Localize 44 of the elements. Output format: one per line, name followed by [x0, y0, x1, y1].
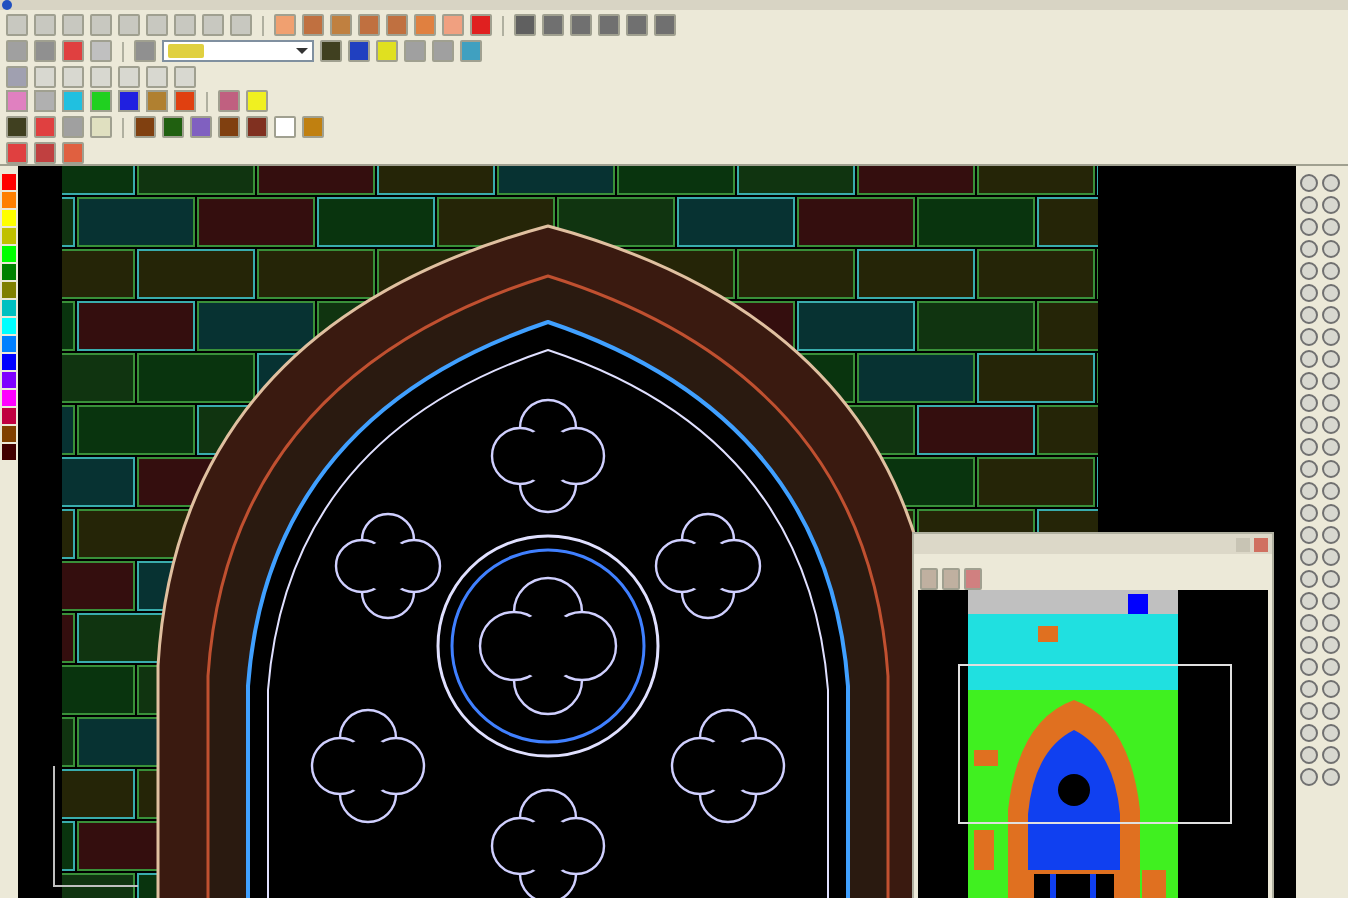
palette-color[interactable]	[2, 210, 16, 226]
palette-color[interactable]	[2, 300, 16, 316]
toolbar-button[interactable]	[470, 14, 492, 37]
palette-color[interactable]	[2, 336, 16, 352]
palette-color[interactable]	[2, 228, 16, 244]
caret-icon	[296, 48, 308, 54]
layer-state-icon	[168, 44, 204, 58]
toolbar-button[interactable]	[134, 116, 156, 139]
toolbar-button[interactable]	[570, 14, 592, 37]
palette-color[interactable]	[2, 282, 16, 298]
viewport-frame[interactable]	[958, 664, 1232, 824]
toolbar-button[interactable]	[348, 40, 370, 62]
palette-color[interactable]	[2, 390, 16, 406]
toolbar-button[interactable]	[246, 116, 268, 139]
toolbar-button[interactable]	[542, 14, 564, 37]
toolbar-button[interactable]	[626, 14, 648, 37]
palette-color[interactable]	[2, 192, 16, 208]
color-swatch[interactable]	[34, 90, 56, 113]
color-swatch[interactable]	[62, 90, 84, 113]
color-swatch[interactable]	[146, 90, 168, 113]
color-swatch[interactable]	[118, 90, 140, 113]
toolbar-button[interactable]	[6, 116, 28, 139]
toolbar-button[interactable]	[218, 116, 240, 139]
palette-color[interactable]	[2, 444, 16, 460]
layer-dropdown[interactable]	[162, 40, 314, 62]
palette-color[interactable]	[2, 318, 16, 334]
palette-color[interactable]	[2, 174, 16, 190]
palette-color[interactable]	[2, 246, 16, 262]
toolbar-button[interactable]	[34, 141, 56, 164]
toolbar-button[interactable]	[320, 40, 342, 62]
toolbar-button[interactable]	[190, 116, 212, 139]
palette-color[interactable]	[2, 354, 16, 370]
toolbar-button[interactable]	[654, 14, 676, 37]
palette-color[interactable]	[2, 372, 16, 388]
color-swatch[interactable]	[6, 90, 28, 113]
toolbar-button[interactable]	[162, 116, 184, 139]
app-icon	[2, 0, 12, 10]
palette-color[interactable]	[2, 264, 16, 280]
toolbar-button[interactable]	[514, 14, 536, 37]
color-swatch[interactable]	[90, 90, 112, 113]
palette-color[interactable]	[2, 408, 16, 424]
palette-color[interactable]	[2, 426, 16, 442]
color-swatch[interactable]	[174, 90, 196, 113]
toolbar-button[interactable]	[598, 14, 620, 37]
